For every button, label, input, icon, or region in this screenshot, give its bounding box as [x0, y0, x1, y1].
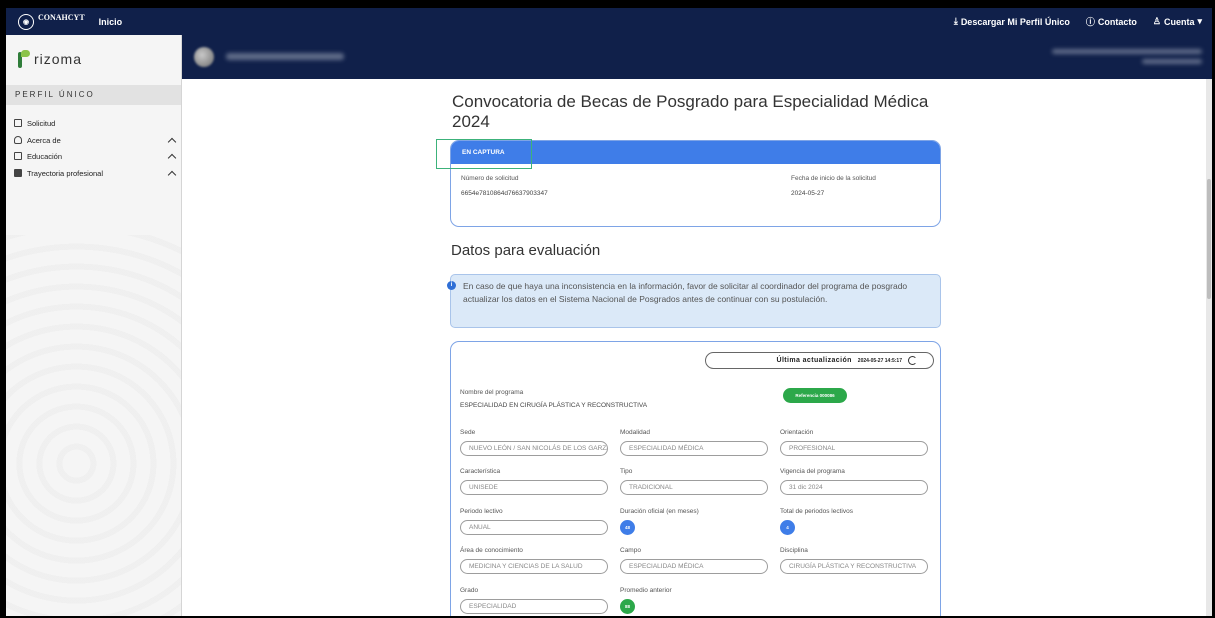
fecha-label: Fecha de inicio de la solicitud: [791, 175, 876, 182]
rizoma-leaf-icon: [18, 50, 30, 68]
person-icon: [14, 136, 22, 144]
page-title: Convocatoria de Becas de Posgrado para E…: [452, 92, 929, 131]
info-icon: i: [447, 281, 456, 290]
download-profile-link[interactable]: ⤓ Descargar Mi Perfil Único: [954, 16, 1070, 27]
section-title: Datos para evaluación: [451, 242, 601, 259]
sidebar-item-educacion[interactable]: Educación: [14, 148, 179, 164]
periodo-field: ANUAL: [460, 520, 608, 535]
sidebar-item-solicitud[interactable]: Solicitud: [14, 115, 179, 131]
caret-down-icon: ▾: [1197, 16, 1202, 26]
account-menu[interactable]: ♙ Cuenta ▾: [1153, 16, 1202, 27]
vigencia-field: 31 dic 2024: [780, 480, 928, 495]
update-date: 2024-05-27 14:5:17: [857, 357, 902, 364]
seal-icon: ◉: [18, 13, 34, 30]
disciplina-field: CIRUGÍA PLÁSTICA Y RECONSTRUCTIVA: [780, 559, 928, 574]
account-label: Cuenta: [1163, 16, 1195, 27]
sede-label: Sede: [460, 429, 476, 436]
blurred-user-id: [1142, 59, 1202, 64]
rizoma-sub-mark: [86, 59, 87, 65]
avatar: [194, 47, 214, 67]
total-periodos-label: Total de periodos lectivos: [780, 508, 853, 515]
chevron-up-icon: [167, 137, 177, 146]
sede-field: NUEVO LEÓN / SAN NICOLÁS DE LOS GARZA: [460, 441, 608, 456]
duracion-value: 48: [620, 520, 635, 535]
campo-label: Campo: [620, 547, 641, 554]
sidebar-item-trayectoria[interactable]: Trayectoria profesional: [14, 165, 179, 181]
area-label: Área de conocimiento: [460, 547, 523, 554]
contact-label: Contacto: [1097, 16, 1137, 27]
disciplina-label: Disciplina: [780, 547, 808, 554]
sidebar-item-label: Trayectoria profesional: [27, 168, 104, 178]
user-icon: ♙: [1152, 16, 1161, 26]
help-icon: ⓘ: [1085, 17, 1095, 27]
nav-inicio[interactable]: Inicio: [99, 17, 123, 27]
document-icon: [14, 119, 22, 127]
info-alert: i En caso de que haya una inconsistencia…: [447, 274, 941, 328]
tipo-field: TRADICIONAL: [620, 480, 768, 495]
update-label: Última actualización: [776, 357, 852, 364]
promedio-value: 88: [620, 599, 635, 614]
area-field: MEDICINA Y CIENCIAS DE LA SALUD: [460, 559, 608, 574]
refresh-icon: [908, 356, 917, 365]
blurred-user-info: [1052, 49, 1202, 54]
browser-viewport: ◉ CONAHCYT Inicio ⤓ Descargar Mi Perfil Ú…: [6, 8, 1212, 616]
grado-field: ESPECIALIDAD: [460, 599, 608, 614]
orientacion-label: Orientación: [780, 429, 814, 436]
sidebar: rizoma PERFIL ÚNICO Solicitud Acerca de …: [6, 35, 182, 616]
sidebar-item-label: Solicitud: [27, 118, 56, 128]
rizoma-brand: rizoma: [34, 51, 83, 67]
caracteristica-label: Característica: [460, 468, 501, 475]
chevron-up-icon: [167, 170, 177, 179]
highlight-box: [436, 139, 532, 169]
main-content: Convocatoria de Becas de Posgrado para E…: [182, 79, 1212, 616]
rizoma-logo[interactable]: rizoma: [18, 43, 87, 75]
program-card: Última actualización 2024-05-27 14:5:17 …: [450, 341, 941, 616]
sidebar-item-acerca[interactable]: Acerca de: [14, 132, 179, 148]
fecha-value: 2024-05-27: [791, 190, 825, 197]
periodo-label: Periodo lectivo: [460, 508, 503, 515]
alert-text: En caso de que haya una inconsistencia e…: [463, 281, 908, 304]
numero-label: Número de solicitud: [461, 175, 519, 182]
top-navbar: ◉ CONAHCYT Inicio ⤓ Descargar Mi Perfil Ú…: [6, 8, 1212, 35]
book-icon: [14, 152, 22, 160]
vigencia-label: Vigencia del programa: [780, 468, 845, 475]
caracteristica-field: UNISEDE: [460, 480, 608, 495]
sidebar-item-label: Educación: [27, 151, 63, 161]
gov-name: CONAHCYT: [38, 12, 85, 22]
reference-badge: Referencia 000086: [783, 388, 847, 403]
modalidad-field: ESPECIALIDAD MÉDICA: [620, 441, 768, 456]
campo-field: ESPECIALIDAD MÉDICA: [620, 559, 768, 574]
sidebar-item-label: Acerca de: [27, 135, 61, 145]
sidebar-section-title: PERFIL ÚNICO: [6, 85, 181, 105]
user-header-band: [182, 35, 1212, 79]
scrollbar[interactable]: [1206, 79, 1212, 616]
sidebar-background-pattern: [6, 235, 181, 616]
grado-label: Grado: [460, 587, 479, 594]
scrollbar-thumb[interactable]: [1207, 179, 1211, 299]
download-icon: ⤓: [953, 16, 958, 26]
total-periodos-value: 4: [780, 520, 795, 535]
tipo-label: Tipo: [620, 468, 633, 475]
download-label: Descargar Mi Perfil Único: [960, 16, 1070, 27]
chevron-up-icon: [167, 153, 177, 162]
badge-icon: [14, 169, 22, 177]
blurred-user-name: [226, 53, 344, 60]
duracion-label: Duración oficial (en meses): [620, 508, 699, 515]
last-update-button[interactable]: Última actualización 2024-05-27 14:5:17: [705, 352, 934, 369]
modalidad-label: Modalidad: [620, 429, 650, 436]
promedio-label: Promedio anterior: [620, 587, 672, 594]
conahcyt-logo[interactable]: ◉ CONAHCYT: [18, 12, 85, 30]
programa-value: ESPECIALIDAD EN CIRUGÍA PLÁSTICA Y RECON…: [460, 402, 648, 409]
numero-value: 6654e7810864d76637903347: [461, 190, 548, 197]
orientacion-field: PROFESIONAL: [780, 441, 928, 456]
contact-link[interactable]: ⓘ Contacto: [1086, 15, 1137, 28]
programa-label: Nombre del programa: [460, 389, 524, 396]
